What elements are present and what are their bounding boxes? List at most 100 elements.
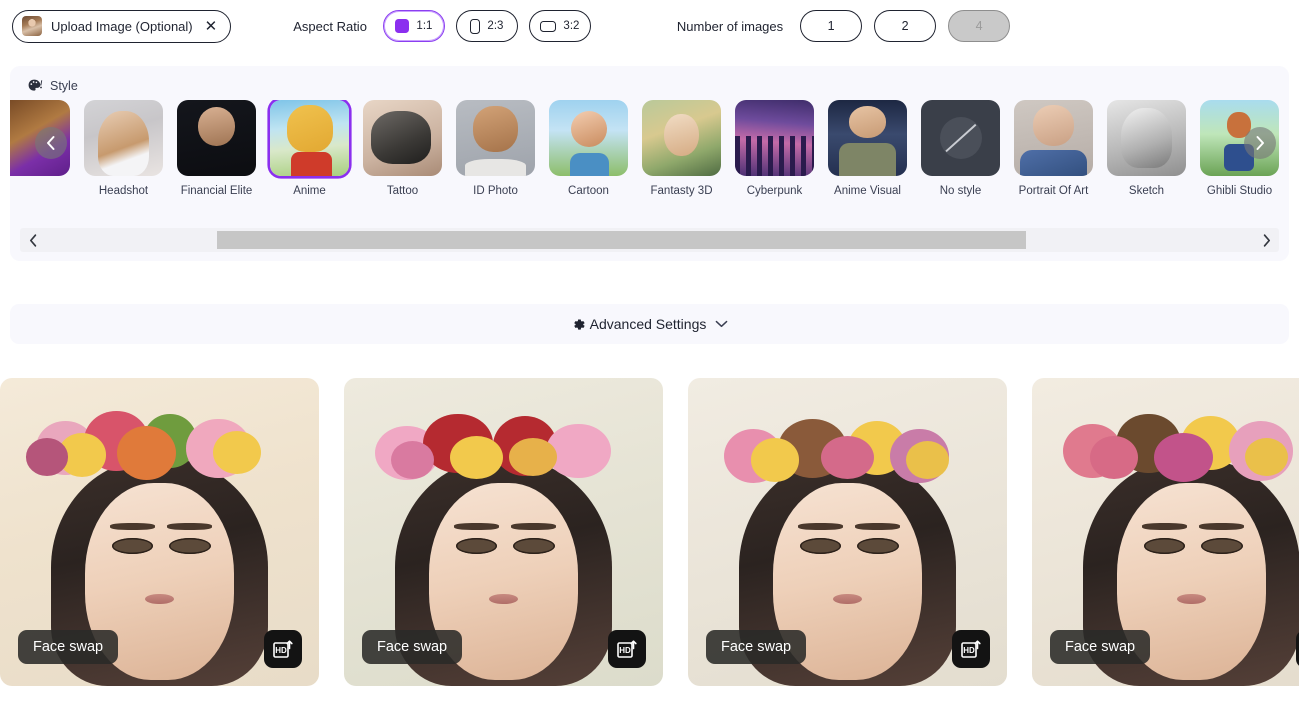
gear-icon <box>571 317 586 332</box>
face-swap-button[interactable]: Face swap <box>362 630 462 664</box>
style-item-cyberpunk[interactable]: Cyberpunk <box>728 100 821 200</box>
image-count-2[interactable]: 2 <box>874 10 936 42</box>
upload-image-label: Upload Image (Optional) <box>51 19 193 34</box>
style-item-label: Land <box>1286 183 1289 200</box>
style-item-label: Sketch <box>1100 183 1193 200</box>
floral-crown <box>714 409 982 532</box>
style-panel: Style HeadshotFinancial EliteAnimeTattoo… <box>10 66 1289 261</box>
portrait-feature <box>145 594 174 604</box>
hd-upscale-icon: HD <box>271 637 295 661</box>
style-item-label: Anime Visual <box>821 183 914 200</box>
style-item-land[interactable]: Land <box>1286 100 1289 200</box>
palette-icon <box>28 79 43 93</box>
square-shape-icon <box>395 19 409 33</box>
face-swap-button[interactable]: Face swap <box>18 630 118 664</box>
chevron-left-icon <box>45 135 57 151</box>
result-card[interactable]: Face swap HD <box>688 378 1007 686</box>
close-icon[interactable]: ✕ <box>205 19 218 34</box>
chevron-down-icon <box>715 320 728 328</box>
style-item-cartoon[interactable]: Cartoon <box>542 100 635 200</box>
portrait-feature <box>513 538 554 554</box>
style-thumbnail <box>828 100 907 176</box>
number-of-images-group: 1 2 4 <box>800 10 1010 42</box>
style-item-anime-visual[interactable]: Anime Visual <box>821 100 914 200</box>
style-thumbnail <box>642 100 721 176</box>
flower-petal <box>751 438 799 481</box>
svg-text:HD: HD <box>275 646 287 655</box>
style-item-label: ID Photo <box>449 183 542 200</box>
advanced-settings-toggle[interactable]: Advanced Settings <box>10 304 1289 344</box>
portrait-shape-icon <box>470 19 480 34</box>
style-item-label: Tattoo <box>356 183 449 200</box>
hd-upscale-button[interactable]: HD <box>952 630 990 668</box>
aspect-ratio-2-3[interactable]: 2:3 <box>456 10 518 42</box>
portrait-feature <box>857 538 898 554</box>
face-swap-button[interactable]: Face swap <box>1050 630 1150 664</box>
chevron-right-icon <box>1254 135 1266 151</box>
scroll-right-button[interactable] <box>1253 228 1279 252</box>
hd-upscale-button[interactable]: HD <box>264 630 302 668</box>
style-item-anime[interactable]: Anime <box>263 100 356 200</box>
style-panel-title: Style <box>50 79 78 93</box>
portrait-feature <box>833 594 862 604</box>
image-count-1[interactable]: 1 <box>800 10 862 42</box>
result-card[interactable]: Face swap HD <box>0 378 319 686</box>
style-thumbnail <box>456 100 535 176</box>
style-item-label: No style <box>914 183 1007 200</box>
aspect-ratio-label: Aspect Ratio <box>293 19 367 34</box>
floral-crown <box>26 409 294 532</box>
style-item-label: Financial Elite <box>170 183 263 200</box>
aspect-ratio-3-2-label: 3:2 <box>563 20 579 32</box>
aspect-ratio-2-3-label: 2:3 <box>487 20 503 32</box>
flower-petal <box>509 438 557 476</box>
carousel-next-button[interactable] <box>1244 127 1276 159</box>
flower-petal <box>213 431 261 474</box>
portrait-feature <box>1201 538 1242 554</box>
scrollbar-thumb[interactable] <box>217 231 1026 249</box>
advanced-settings-label: Advanced Settings <box>590 316 707 332</box>
toolbar: Upload Image (Optional) ✕ Aspect Ratio 1… <box>0 0 1299 52</box>
scrollbar-track[interactable] <box>46 231 1253 249</box>
style-item-no-style[interactable]: No style <box>914 100 1007 200</box>
style-item-fantasty-3d[interactable]: Fantasty 3D <box>635 100 728 200</box>
chevron-left-icon <box>29 234 38 247</box>
carousel-prev-button[interactable] <box>35 127 67 159</box>
hd-upscale-button[interactable]: HD <box>608 630 646 668</box>
result-card[interactable]: Face swapHD <box>1032 378 1299 686</box>
hd-upscale-icon: HD <box>959 637 983 661</box>
style-item-label: Cyberpunk <box>728 183 821 200</box>
portrait-feature <box>489 594 518 604</box>
flower-petal <box>1154 433 1213 482</box>
style-item-sketch[interactable]: Sketch <box>1100 100 1193 200</box>
scroll-left-button[interactable] <box>20 228 46 252</box>
style-item-label: Portrait Of Art <box>1007 183 1100 200</box>
aspect-ratio-3-2[interactable]: 3:2 <box>529 10 591 42</box>
image-count-4[interactable]: 4 <box>948 10 1010 42</box>
flower-petal <box>1245 438 1288 476</box>
chevron-right-icon <box>1262 234 1271 247</box>
aspect-ratio-1-1[interactable]: 1:1 <box>383 10 445 42</box>
style-item-id-photo[interactable]: ID Photo <box>449 100 542 200</box>
portrait-feature <box>1177 594 1206 604</box>
results-grid: Face swap HD Face swap HD Face swap HD Face sw… <box>0 378 1299 686</box>
flower-petal <box>391 441 434 479</box>
style-scrollbar[interactable] <box>20 228 1279 252</box>
portrait-feature <box>169 538 210 554</box>
style-thumbnail <box>1107 100 1186 176</box>
style-item-label: Headshot <box>77 183 170 200</box>
hd-upscale-icon: HD <box>615 637 639 661</box>
style-item-financial-elite[interactable]: Financial Elite <box>170 100 263 200</box>
style-item-label: Anime <box>263 183 356 200</box>
style-item-label: Ghibli Studio <box>1193 183 1286 200</box>
style-item-tattoo[interactable]: Tattoo <box>356 100 449 200</box>
style-item-label: Fantasty 3D <box>635 183 728 200</box>
aspect-ratio-1-1-label: 1:1 <box>416 20 432 32</box>
style-item-portrait-of-art[interactable]: Portrait Of Art <box>1007 100 1100 200</box>
svg-text:HD: HD <box>963 646 975 655</box>
style-thumbnail <box>363 100 442 176</box>
style-carousel: HeadshotFinancial EliteAnimeTattooID Pho… <box>10 100 1289 222</box>
upload-image-chip[interactable]: Upload Image (Optional) ✕ <box>12 10 231 43</box>
face-swap-button[interactable]: Face swap <box>706 630 806 664</box>
result-card[interactable]: Face swap HD <box>344 378 663 686</box>
style-item-headshot[interactable]: Headshot <box>77 100 170 200</box>
